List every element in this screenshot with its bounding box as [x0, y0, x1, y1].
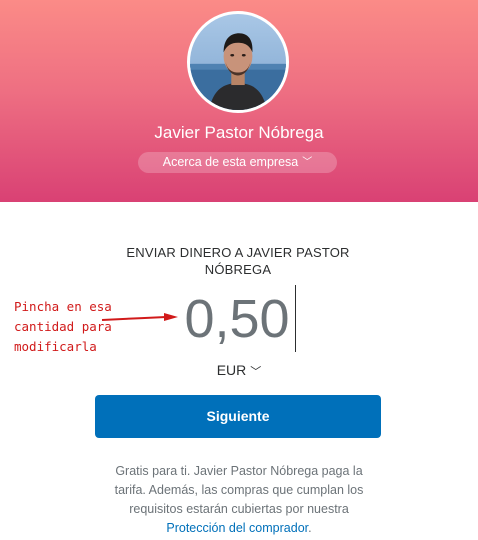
buyer-protection-link[interactable]: Protección del comprador: [166, 521, 308, 535]
about-company-label: Acerca de esta empresa: [162, 155, 299, 169]
text-caret: [295, 285, 296, 352]
profile-name: Javier Pastor Nóbrega: [154, 123, 324, 142]
fee-info-body: Gratis para ti. Javier Pastor Nóbrega pa…: [114, 464, 364, 516]
chevron-down-icon: ﹀: [302, 157, 313, 168]
profile-photo: [190, 14, 286, 110]
profile-header: Javier Pastor Nóbrega Acerca de esta emp…: [0, 0, 478, 202]
send-money-title: ENVIAR DINERO A JAVIER PASTOR NÓBREGA: [126, 245, 350, 277]
currency-selector[interactable]: EUR ﹀: [206, 360, 272, 380]
fee-info-text: Gratis para ti. Javier Pastor Nóbrega pa…: [103, 462, 375, 538]
amount-input[interactable]: 0,50: [178, 288, 296, 350]
avatar: [187, 11, 289, 113]
chevron-down-icon: ﹀: [250, 366, 262, 378]
next-button[interactable]: Siguiente: [95, 395, 381, 438]
annotation-arrow-icon: [101, 313, 178, 321]
fee-info-end: .: [308, 521, 312, 535]
currency-label: EUR: [216, 362, 247, 378]
about-company-button[interactable]: Acerca de esta empresa ﹀: [138, 152, 337, 173]
